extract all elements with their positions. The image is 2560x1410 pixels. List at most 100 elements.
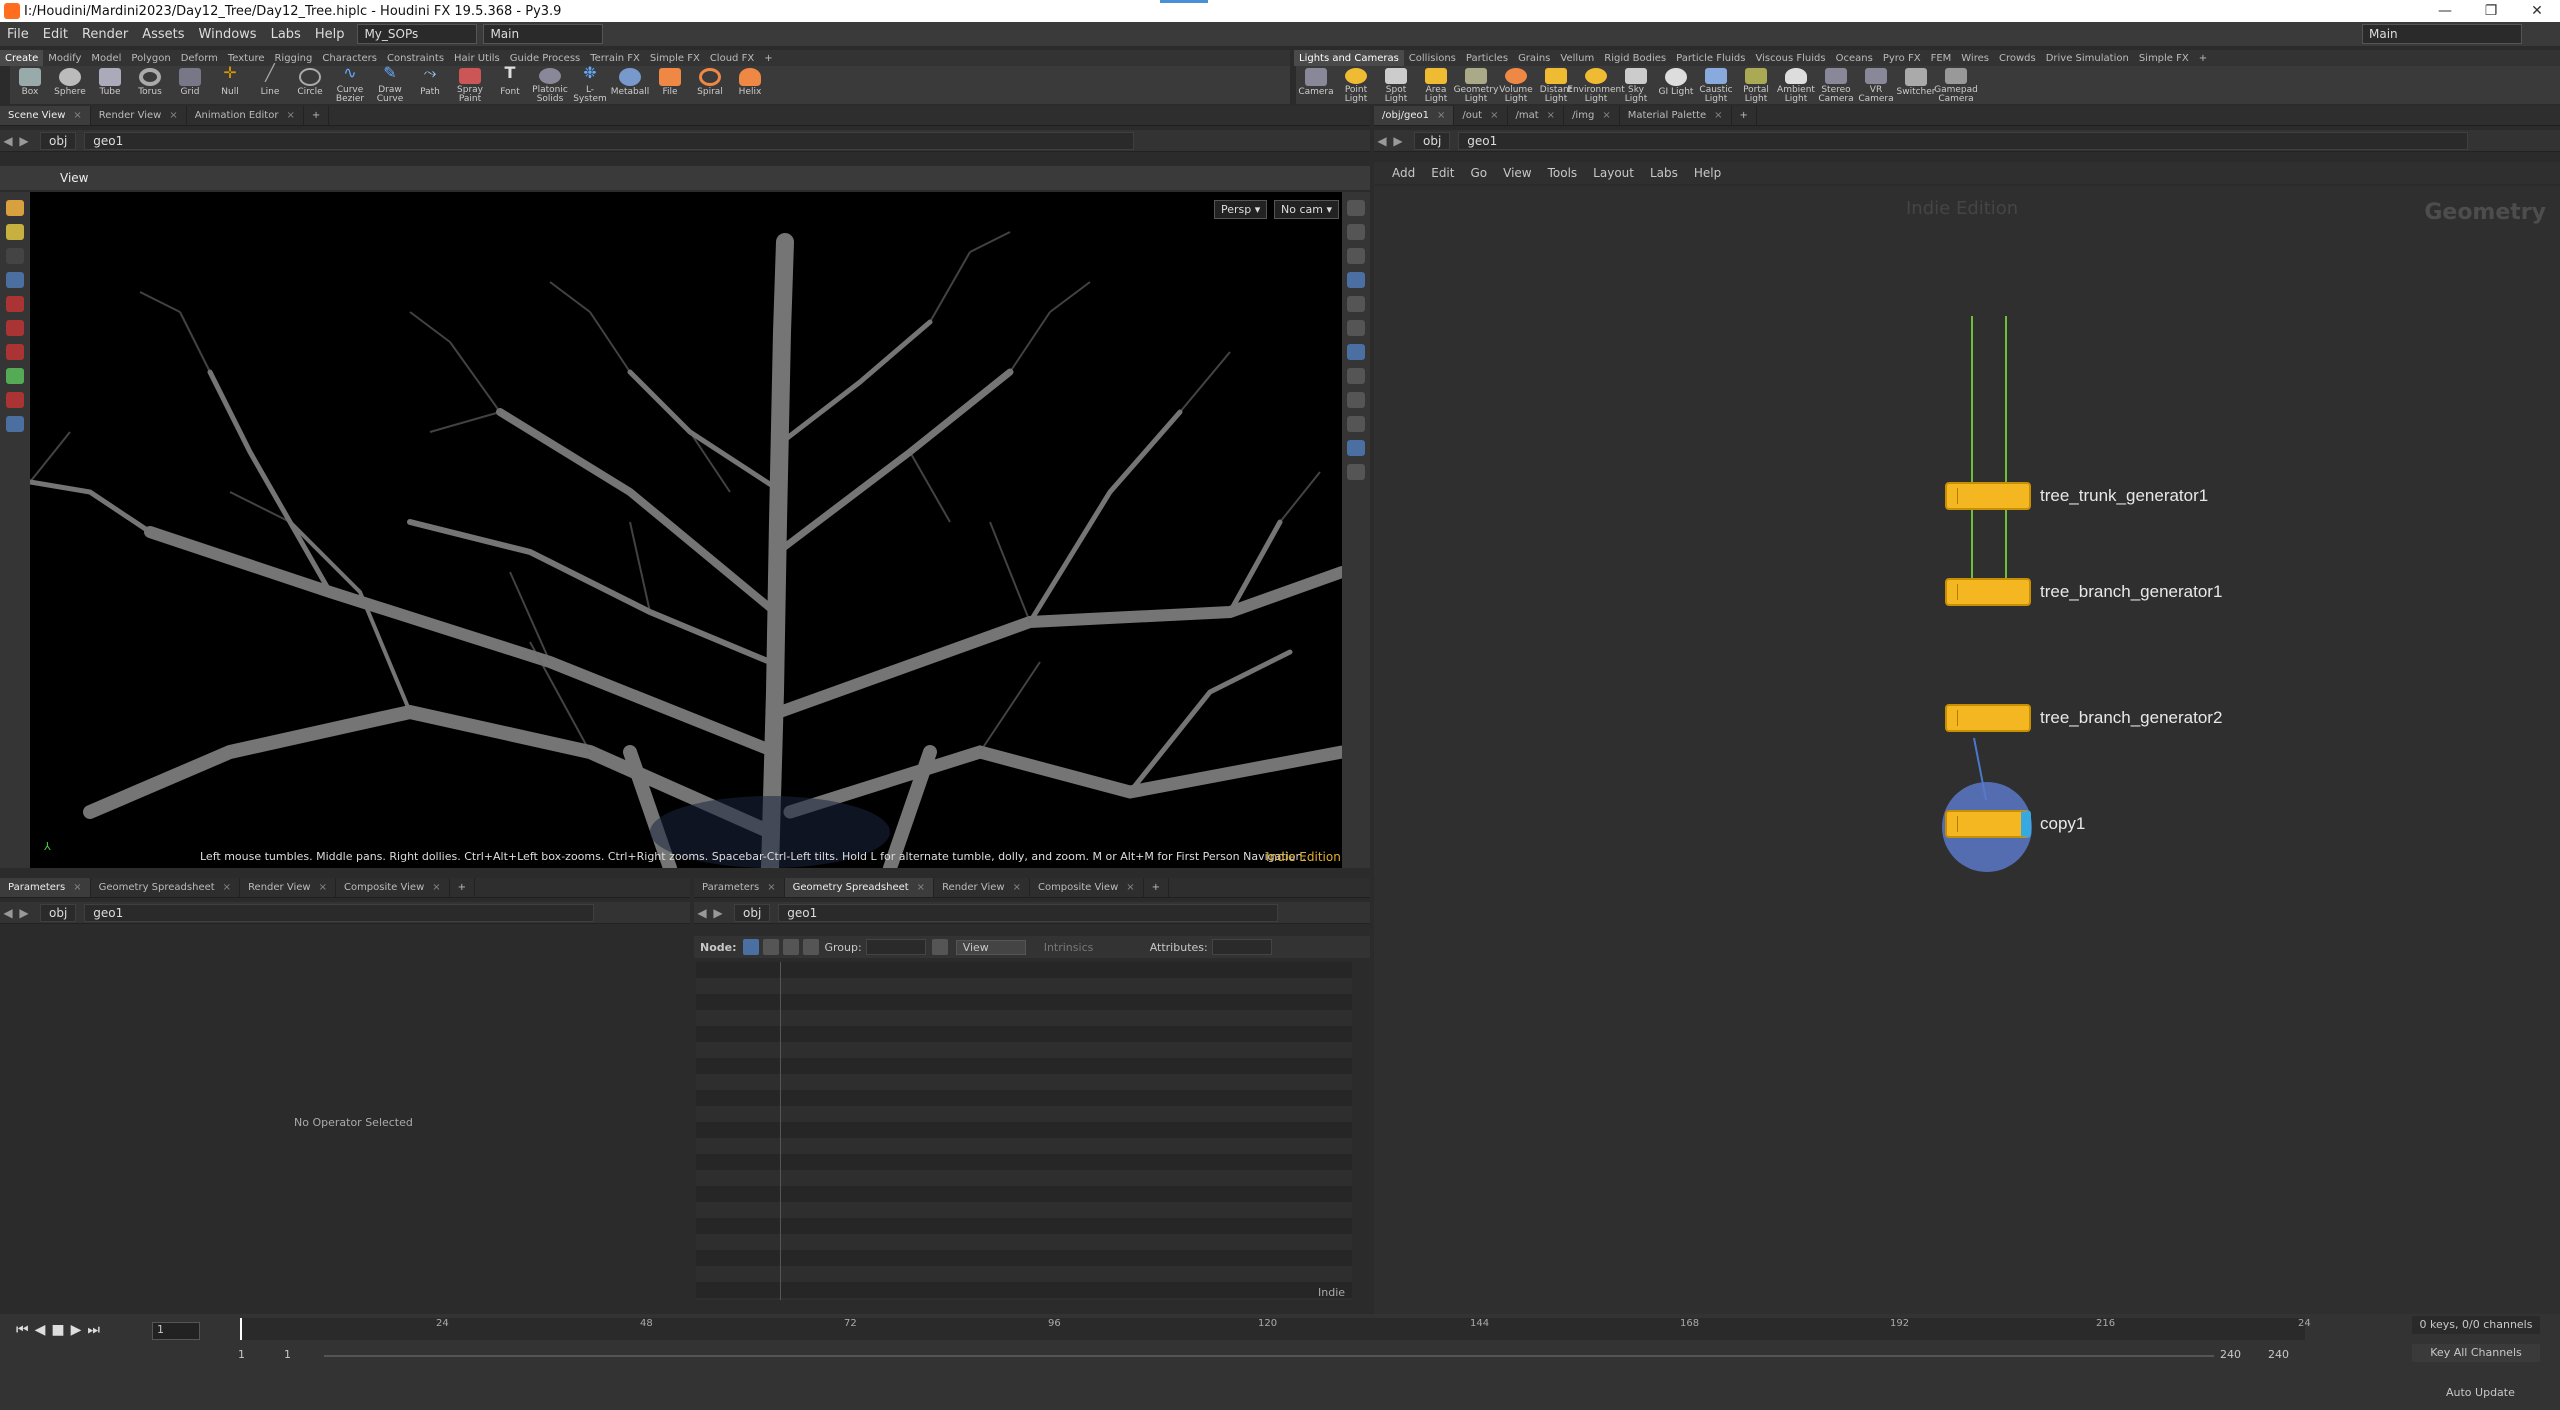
tool-sphere[interactable]: Sphere <box>50 66 90 104</box>
shelf-tab[interactable]: Grains <box>1513 50 1555 66</box>
net-menu-tools[interactable]: Tools <box>1548 166 1578 180</box>
shelf-tab[interactable]: Particles <box>1461 50 1513 66</box>
breadcrumb-obj[interactable]: obj <box>40 131 77 150</box>
end-frame-field-2[interactable]: 240 <box>2268 1348 2289 1361</box>
tool-portal-light[interactable]: Portal Light <box>1736 66 1776 104</box>
attributes-input[interactable] <box>1211 939 1272 955</box>
shelf-tab[interactable]: Collisions <box>1404 50 1461 66</box>
shelf-tab[interactable]: Cloud FX <box>705 50 759 66</box>
tool-spiral[interactable]: Spiral <box>690 66 730 104</box>
shelf-tab[interactable]: Model <box>86 50 126 66</box>
net-menu-layout[interactable]: Layout <box>1593 166 1634 180</box>
point-display-icon[interactable] <box>1347 368 1365 384</box>
shelf-tab[interactable]: Oceans <box>1831 50 1878 66</box>
tool-vr-camera[interactable]: VR Camera <box>1856 66 1896 104</box>
tool-gi-light[interactable]: GI Light <box>1656 66 1696 104</box>
back-icon[interactable]: ◀ <box>0 906 16 920</box>
shelf-tab[interactable]: Create <box>0 50 44 66</box>
tool-geometry-light[interactable]: Geometry Light <box>1454 66 1498 104</box>
close-tab-icon[interactable]: × <box>286 110 294 121</box>
tab-render-view[interactable]: Render View × <box>91 106 187 125</box>
net-menu-view[interactable]: View <box>1503 166 1531 180</box>
start-frame-field[interactable]: 1 <box>238 1348 245 1361</box>
tool-camera[interactable]: Camera <box>1296 66 1336 104</box>
play-icon[interactable]: ▶ <box>71 1322 82 1338</box>
tool-path[interactable]: ⤳ Path <box>410 65 450 104</box>
close-tab-icon[interactable]: × <box>319 882 327 893</box>
close-tab-icon[interactable]: × <box>1714 110 1722 121</box>
end-frame-field[interactable]: 240 <box>2220 1348 2241 1361</box>
shelf-tab[interactable]: Pyro FX <box>1878 50 1926 66</box>
rotate-tool-icon[interactable] <box>6 320 24 336</box>
handle-tool-icon[interactable] <box>6 224 24 240</box>
breadcrumb-obj[interactable]: obj <box>1414 131 1451 150</box>
back-icon[interactable]: ◀ <box>694 906 710 920</box>
stop-icon[interactable]: ■ <box>51 1322 64 1338</box>
shelf-tab[interactable]: Vellum <box>1555 50 1599 66</box>
tool-stereo-camera[interactable]: Stereo Camera <box>1816 66 1856 104</box>
auto-update-button[interactable]: Auto Update <box>2446 1386 2515 1399</box>
breadcrumb-geo[interactable]: geo1 <box>1458 131 2469 150</box>
tab-out[interactable]: /out × <box>1454 106 1508 125</box>
tab-parameters[interactable]: Parameters × <box>0 878 91 897</box>
start-frame-field-2[interactable]: 1 <box>284 1348 291 1361</box>
tab-img[interactable]: /img × <box>1564 106 1620 125</box>
forward-icon[interactable]: ▶ <box>16 906 32 920</box>
tab-render-view[interactable]: Render View × <box>934 878 1030 897</box>
add-shelf-tab-icon[interactable]: + <box>2194 50 2212 66</box>
node-tree-trunk-generator[interactable] <box>1945 482 2031 510</box>
desktop-select[interactable]: Main <box>483 24 604 44</box>
shading-icon[interactable] <box>1347 272 1365 288</box>
close-button[interactable]: ✕ <box>2514 0 2560 22</box>
view-tool-icon[interactable] <box>6 416 24 432</box>
tab-render-view[interactable]: Render View × <box>240 878 336 897</box>
close-tab-icon[interactable]: × <box>1490 110 1498 121</box>
tool-curve-bezier[interactable]: ∿ Curve Bezier <box>330 65 370 104</box>
visualizer-icon[interactable] <box>1347 320 1365 336</box>
close-tab-icon[interactable]: × <box>432 882 440 893</box>
normal-display-icon[interactable] <box>1347 392 1365 408</box>
close-tab-icon[interactable]: × <box>73 110 81 121</box>
tab-scene-view[interactable]: Scene View × <box>0 106 91 125</box>
tab-parameters[interactable]: Parameters × <box>694 878 785 897</box>
shelf-tab[interactable]: Simple FX <box>2134 50 2194 66</box>
add-tab-icon[interactable]: + <box>304 106 330 125</box>
tool-platonic[interactable]: Platonic Solids <box>530 66 570 104</box>
net-menu-labs[interactable]: Labs <box>1650 166 1678 180</box>
tab-geometry-spreadsheet[interactable]: Geometry Spreadsheet × <box>91 878 241 897</box>
tool-environment-light[interactable]: Environment Light <box>1567 66 1625 104</box>
edit-display-icon[interactable] <box>1347 440 1365 456</box>
menu-edit[interactable]: Edit <box>36 27 75 42</box>
shelf-tab[interactable]: Rigging <box>269 50 317 66</box>
close-tab-icon[interactable]: × <box>1437 110 1445 121</box>
timeline-ruler[interactable]: 24 48 72 96 120 144 168 192 216 24 <box>240 1318 2311 1340</box>
select-tool-icon[interactable] <box>6 200 24 216</box>
shelf-tab[interactable]: Viscous Fluids <box>1750 50 1830 66</box>
menu-assets[interactable]: Assets <box>135 27 191 42</box>
menu-file[interactable]: File <box>0 27 36 42</box>
tool-circle[interactable]: Circle <box>290 66 330 104</box>
shelf-tab[interactable]: Lights and Cameras <box>1294 50 1404 66</box>
tool-box[interactable]: Box <box>10 66 50 104</box>
shelf-tab[interactable]: Guide Process <box>505 50 585 66</box>
breadcrumb-geo[interactable]: geo1 <box>84 131 1135 150</box>
shelf-tab[interactable]: Rigid Bodies <box>1599 50 1671 66</box>
group-input[interactable] <box>865 939 926 955</box>
vertices-mode-icon[interactable] <box>762 939 779 955</box>
node-copy1[interactable] <box>1945 810 2031 838</box>
shelf-tab[interactable]: Polygon <box>126 50 175 66</box>
tool-draw-curve[interactable]: ✎ Draw Curve <box>370 65 410 104</box>
close-tab-icon[interactable]: × <box>767 882 775 893</box>
node-tree-branch-generator2[interactable] <box>1945 704 2031 732</box>
tool-ambient-light[interactable]: Ambient Light <box>1776 66 1816 104</box>
add-shelf-tab-icon[interactable]: + <box>759 50 777 66</box>
shelf-tab[interactable]: Crowds <box>1994 50 2041 66</box>
lock-tool-icon[interactable] <box>6 272 24 288</box>
tool-volume-light[interactable]: Volume Light <box>1496 66 1536 104</box>
range-slider[interactable] <box>324 1355 2214 1357</box>
close-tab-icon[interactable]: × <box>1602 110 1610 121</box>
shelf-set-select[interactable]: My_SOPs <box>357 24 478 44</box>
scene-viewport[interactable]: Persp ▾ No cam ▾ ⅄ Left mouse tumbles. M… <box>30 192 1342 868</box>
detail-mode-icon[interactable] <box>802 939 819 955</box>
add-tab-icon[interactable]: + <box>1144 878 1170 897</box>
